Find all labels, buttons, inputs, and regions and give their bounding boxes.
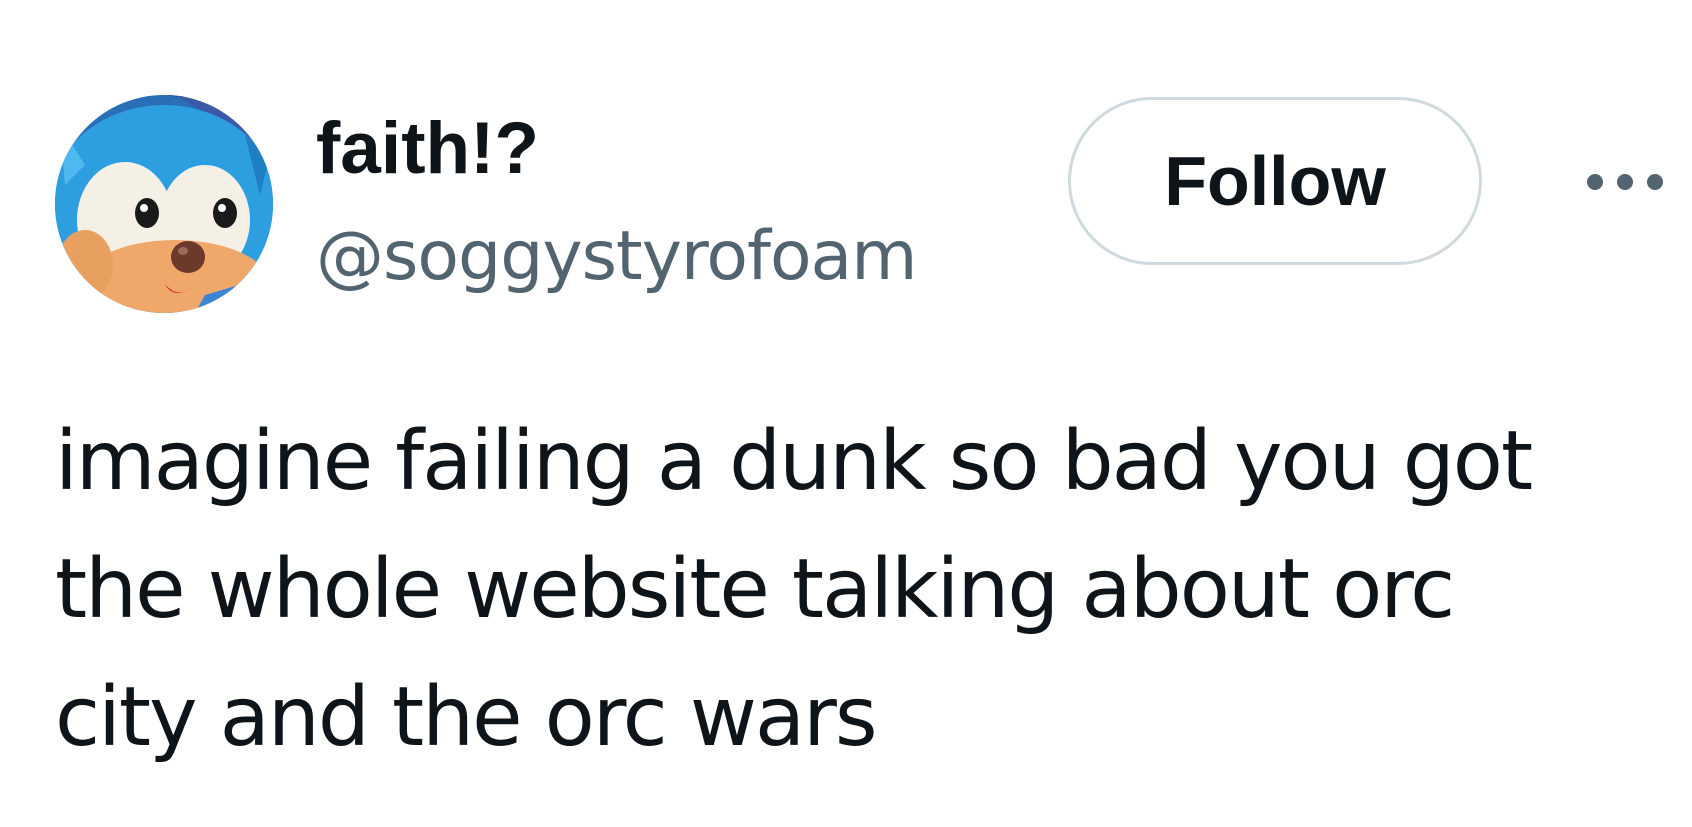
follow-button-label: Follow bbox=[1164, 142, 1386, 220]
more-options-button[interactable] bbox=[1580, 152, 1670, 212]
tweet-text-line: the whole website talking about orc bbox=[55, 542, 1455, 637]
more-horizontal-icon bbox=[1587, 174, 1663, 190]
tweet-text-line: city and the orc wars bbox=[55, 670, 878, 765]
tweet-card: faith!? @soggystyrofoam Follow imagine f… bbox=[0, 0, 1692, 827]
tweet-text-line: imagine failing a dunk so bad you got bbox=[55, 414, 1533, 509]
display-name[interactable]: faith!? bbox=[316, 104, 539, 194]
avatar[interactable] bbox=[55, 95, 273, 313]
tweet-text: imagine failing a dunk so bad you got th… bbox=[55, 398, 1655, 782]
follow-button[interactable]: Follow bbox=[1068, 97, 1482, 265]
plush-hedgehog-avatar-icon bbox=[55, 95, 273, 313]
user-handle[interactable]: @soggystyrofoam bbox=[316, 214, 917, 300]
